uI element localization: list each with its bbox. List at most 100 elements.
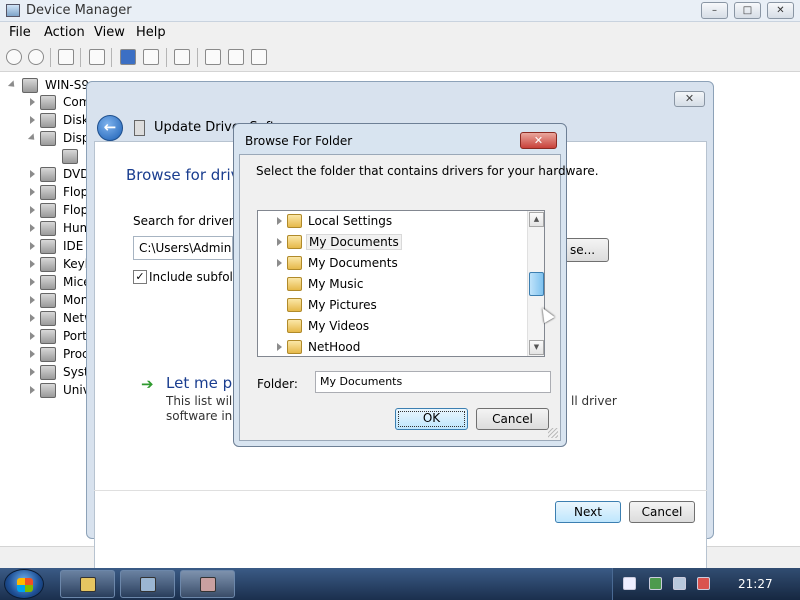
include-subfolders-label[interactable]: Include subfolde [149,270,233,284]
back-icon[interactable] [6,49,22,65]
close-button[interactable]: ✕ [767,2,794,19]
floppy-controller-icon [40,185,56,200]
tree-item[interactable]: Flop [30,184,90,202]
expand-arrow-icon[interactable] [30,116,35,124]
back-arrow-icon[interactable]: ← [97,115,123,141]
expand-arrow-icon[interactable] [30,170,35,178]
menu-view[interactable]: View [94,25,125,40]
tree-item[interactable]: DVD [30,166,90,184]
tree-item[interactable]: Com [30,94,90,112]
tree-item[interactable]: Mon [30,292,90,310]
tree-subitem[interactable] [50,148,90,166]
tree-item[interactable]: Disk [30,112,90,130]
uninstall-device-icon[interactable] [251,49,267,65]
collapse-arrow-icon[interactable] [7,80,18,90]
volume-muted-icon[interactable] [697,577,710,590]
expand-arrow-icon[interactable] [30,350,35,358]
expand-arrow-icon[interactable] [277,259,282,267]
folder-field-label: Folder: [257,377,298,391]
driver-icon [134,120,145,136]
forward-icon[interactable] [28,49,44,65]
expand-arrow-icon[interactable] [277,238,282,246]
expand-arrow-icon[interactable] [30,188,35,196]
show-hide-tree-icon[interactable] [58,49,74,65]
let-me-pick-link[interactable]: Let me pic [166,374,236,392]
folder-item-label: My Documents [308,256,398,270]
menu-help[interactable]: Help [136,25,166,40]
dialog-instruction: Select the folder that contains drivers … [256,164,599,178]
folder-item-my-pictures[interactable]: My Pictures [258,295,530,316]
driver-path-input[interactable]: C:\Users\Administ [133,236,233,260]
expand-arrow-icon[interactable] [30,224,35,232]
music-folder-icon [287,277,302,291]
tree-item[interactable]: Syst [30,364,90,382]
folder-item-nethood[interactable]: NetHood [258,337,530,356]
ok-button[interactable]: OK [395,408,468,430]
expand-arrow-icon[interactable] [277,217,282,225]
disable-device-icon[interactable] [228,49,244,65]
expand-arrow-icon[interactable] [30,260,35,268]
next-button[interactable]: Next [555,501,621,523]
tree-item-label: Disk [63,113,89,127]
tree-item[interactable]: Disp [27,130,90,148]
toolbar-separator [50,48,51,67]
security-shield-icon[interactable] [649,577,662,590]
tree-item[interactable]: Netw [30,310,94,328]
taskbar-device-manager-button[interactable] [120,570,175,598]
clock[interactable]: 21:27 [738,577,773,591]
tree-item[interactable]: Univ [30,382,90,400]
system-devices-icon [40,365,56,380]
expand-arrow-icon[interactable] [30,98,35,106]
tree-item[interactable]: IDE A [30,238,95,256]
tree-item[interactable]: Flop [30,202,90,220]
start-button[interactable] [4,569,44,599]
expand-arrow-icon[interactable] [30,386,35,394]
expand-arrow-icon[interactable] [30,242,35,250]
tree-item[interactable]: Keyb [30,256,92,274]
tree-item[interactable]: Hum [30,220,91,238]
minimize-button[interactable]: – [701,2,728,19]
expand-arrow-icon[interactable] [30,332,35,340]
action-pane-icon[interactable] [143,49,159,65]
expand-arrow-icon[interactable] [30,368,35,376]
folder-item-my-documents-selected[interactable]: My Documents [258,232,530,253]
menu-file[interactable]: File [9,25,31,40]
collapse-arrow-icon[interactable] [27,133,38,143]
folder-item-my-videos[interactable]: My Videos [258,316,530,337]
folder-item-my-music[interactable]: My Music [258,274,530,295]
taskbar-explorer-button[interactable] [60,570,115,598]
tree-item[interactable]: Proc [30,346,90,364]
tree-item[interactable]: Port [30,328,90,346]
resize-grip-icon[interactable] [548,428,558,438]
folder-item-my-documents[interactable]: My Documents [258,253,530,274]
tree-item[interactable]: Mice [30,274,91,292]
menu-action[interactable]: Action [44,25,85,40]
include-subfolders-checkbox[interactable]: ✓ [133,270,147,284]
update-driver-icon[interactable] [205,49,221,65]
device-manager-icon [140,577,156,592]
network-icon[interactable] [673,577,686,590]
expand-arrow-icon[interactable] [30,296,35,304]
expand-arrow-icon[interactable] [30,278,35,286]
folder-item-local-settings[interactable]: Local Settings [258,211,530,232]
scroll-thumb[interactable] [529,272,544,296]
dialog-cancel-button[interactable]: Cancel [476,408,549,430]
wizard-cancel-button[interactable]: Cancel [629,501,695,523]
expand-arrow-icon[interactable] [30,314,35,322]
vertical-scrollbar[interactable]: ▲ ▼ [527,211,544,356]
folder-name-input[interactable]: My Documents [315,371,551,393]
tree-item-label: Proc [63,347,89,361]
expand-arrow-icon[interactable] [277,343,282,351]
help-icon[interactable] [120,49,136,65]
folder-tree[interactable]: Local Settings My Documents My Documents… [257,210,545,357]
scroll-up-button[interactable]: ▲ [529,212,544,227]
document-icon[interactable] [623,577,636,590]
taskbar-driver-button[interactable] [180,570,235,598]
expand-arrow-icon[interactable] [30,206,35,214]
properties-icon[interactable] [89,49,105,65]
dialog-close-button[interactable]: ✕ [520,132,557,149]
scan-hardware-icon[interactable] [174,49,190,65]
wizard-close-button[interactable]: ✕ [674,91,705,107]
scroll-down-button[interactable]: ▼ [529,340,544,355]
maximize-button[interactable]: □ [734,2,761,19]
